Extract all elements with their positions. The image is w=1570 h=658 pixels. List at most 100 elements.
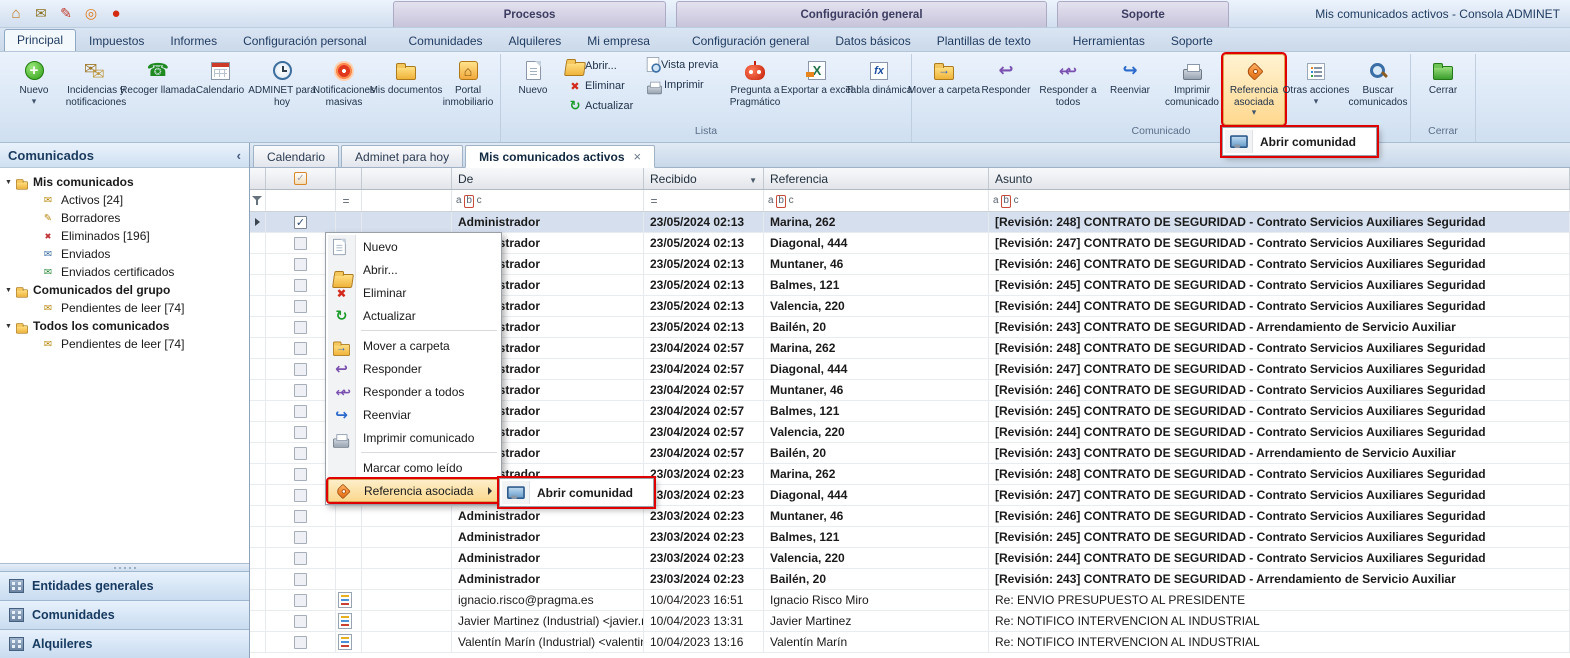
table-row-16[interactable]: Administrador23/03/2024 02:23Balmes, 121… [250, 527, 1570, 548]
tree-item-eliminados-196[interactable]: Eliminados [196] [0, 227, 249, 245]
mail-icon[interactable] [32, 5, 50, 23]
ribbon-button-imprimir[interactable]: Imprimir [646, 76, 722, 94]
row-checkbox[interactable] [294, 279, 307, 292]
menu-item-responder-a-todos[interactable]: Responder a todos [328, 380, 499, 403]
submenu-item-abrir-comunidad[interactable]: Abrir comunidad [502, 481, 651, 504]
filter-asunto-cell[interactable] [989, 190, 1570, 211]
ribbon-button-actualizar[interactable]: Actualizar [566, 98, 642, 114]
menu-item-abrir[interactable]: Abrir... [328, 258, 499, 281]
ribbon-tab-configuración-personal[interactable]: Configuración personal [230, 30, 379, 51]
table-row-21[interactable]: Valentín Marín (Industrial) <valentin...… [250, 632, 1570, 653]
ribbon-tab-datos-básicos[interactable]: Datos básicos [822, 30, 923, 51]
ribbon-button-reenviar[interactable]: Reenviar [1099, 54, 1161, 125]
row-checkbox[interactable] [294, 447, 307, 460]
table-row-15[interactable]: Administrador23/03/2024 02:23Muntaner, 4… [250, 506, 1570, 527]
sidebar-splitter[interactable] [0, 563, 249, 571]
row-checkbox[interactable] [294, 342, 307, 355]
row-checkbox[interactable] [294, 636, 307, 649]
menu-item-nuevo[interactable]: Nuevo [328, 235, 499, 258]
filter-funnel-cell[interactable] [250, 190, 266, 211]
row-checkbox[interactable] [294, 321, 307, 334]
column-header-referencia[interactable]: Referencia [764, 168, 989, 189]
ribbon-tab-informes[interactable]: Informes [157, 30, 230, 51]
row-checkbox[interactable] [294, 489, 307, 502]
ribbon-tab-plantillas-de-texto[interactable]: Plantillas de texto [924, 30, 1044, 51]
row-checkbox[interactable] [294, 237, 307, 250]
row-checkbox[interactable] [294, 531, 307, 544]
row-checkbox[interactable] [294, 510, 307, 523]
bot-icon[interactable] [107, 5, 125, 23]
row-checkbox[interactable] [294, 216, 307, 229]
ribbon-button-portal-inmobiliario[interactable]: Portal inmobiliario [437, 54, 499, 125]
menu-item-actualizar[interactable]: Actualizar [328, 304, 499, 327]
ribbon-button-recoger-llamada[interactable]: Recoger llamada [127, 54, 189, 125]
ribbon-button-pregunta-a-pragmático[interactable]: Pregunta a Pragmático [724, 54, 786, 125]
menu-item-eliminar[interactable]: Eliminar [328, 281, 499, 304]
tree-folder-mis-comunicados[interactable]: Mis comunicados [0, 173, 249, 191]
tree-item-enviados[interactable]: Enviados [0, 245, 249, 263]
select-all-checkbox-icon[interactable] [294, 172, 307, 185]
row-checkbox[interactable] [294, 468, 307, 481]
ribbon-button-calendario[interactable]: Calendario [189, 54, 251, 125]
ribbon-button-buscar-comunicados[interactable]: Buscar comunicados [1347, 54, 1409, 125]
ribbon-button-incidencias-y-notificaciones[interactable]: Incidencias y notificaciones [65, 54, 127, 125]
filter-check-cell[interactable] [266, 190, 336, 211]
tree-folder-comunicados-del-grupo[interactable]: Comunicados del grupo [0, 281, 249, 299]
ribbon-button-eliminar[interactable]: Eliminar [566, 78, 642, 94]
filter-extra-cell[interactable] [362, 190, 452, 211]
ribbon-button-imprimir-comunicado[interactable]: Imprimir comunicado [1161, 54, 1223, 125]
ribbon-tab-comunidades[interactable]: Comunidades [396, 30, 496, 51]
row-checkbox[interactable] [294, 573, 307, 586]
table-row-19[interactable]: ignacio.risco@pragma.es10/04/2023 16:51I… [250, 590, 1570, 611]
ribbon-tab-alquileres[interactable]: Alquileres [496, 30, 575, 51]
ribbon-button-otras-acciones[interactable]: Otras acciones [1285, 54, 1347, 125]
row-checkbox[interactable] [294, 615, 307, 628]
ribbon-button-tabla-dinámica[interactable]: Tabla dinámica [848, 54, 910, 125]
ribbon-tab-impuestos[interactable]: Impuestos [76, 30, 157, 51]
doc-tab-adminet-para-hoy[interactable]: Adminet para hoy [341, 145, 463, 167]
row-checkbox[interactable] [294, 258, 307, 271]
ribbon-button-cerrar[interactable]: Cerrar [1412, 54, 1474, 125]
collapse-sidebar-icon[interactable] [237, 148, 241, 163]
menu-item-imprimir-comunicado[interactable]: Imprimir comunicado [328, 426, 499, 449]
ribbon-button-notificaciones-masivas[interactable]: Notificaciones masivas [313, 54, 375, 125]
ribbon-tab-mi-empresa[interactable]: Mi empresa [574, 30, 663, 51]
panel-alquileres[interactable]: Alquileres [0, 629, 249, 658]
filter-referencia-cell[interactable] [764, 190, 989, 211]
ribbon-tab-principal[interactable]: Principal [4, 29, 76, 51]
tree-item-borradores[interactable]: Borradores [0, 209, 249, 227]
tree-folder-todos-los-comunicados[interactable]: Todos los comunicados [0, 317, 249, 335]
table-row-1[interactable]: Administrador23/05/2024 02:13Marina, 262… [250, 212, 1570, 233]
ribbon-button-mis-documentos[interactable]: Mis documentos [375, 54, 437, 125]
tree-item-pendientes-de-leer-74[interactable]: Pendientes de leer [74] [0, 299, 249, 317]
doc-tab-mis-comunicados-activos[interactable]: Mis comunicados activos [465, 145, 655, 168]
ribbon-button-abrir[interactable]: Abrir... [566, 57, 642, 74]
ribbon-button-nuevo[interactable]: Nuevo [3, 54, 65, 125]
table-row-17[interactable]: Administrador23/03/2024 02:23Valencia, 2… [250, 548, 1570, 569]
menu-item-marcar-como-leído[interactable]: Marcar como leído [328, 456, 499, 479]
panel-comunidades[interactable]: Comunidades [0, 600, 249, 629]
ribbon-button-mover-a-carpeta[interactable]: Mover a carpeta [913, 54, 975, 125]
filter-de-cell[interactable] [452, 190, 644, 211]
ribbon-button-nuevo[interactable]: Nuevo [502, 54, 564, 125]
menu-item-responder[interactable]: Responder [328, 357, 499, 380]
expander-icon[interactable] [5, 323, 16, 330]
ribbon-tab-configuración-general[interactable]: Configuración general [679, 30, 822, 51]
sort-filter-arrow-icon[interactable] [749, 172, 757, 186]
filter-recibido-cell[interactable] [644, 190, 764, 211]
row-checkbox[interactable] [294, 426, 307, 439]
menu-item-mover-a-carpeta[interactable]: Mover a carpeta [328, 334, 499, 357]
ribbon-button-vista-previa[interactable]: Vista previa [646, 57, 722, 72]
column-header-recibido[interactable]: Recibido [644, 168, 764, 189]
row-checkbox[interactable] [294, 552, 307, 565]
tree-item-pendientes-de-leer-74[interactable]: Pendientes de leer [74] [0, 335, 249, 353]
row-checkbox[interactable] [294, 405, 307, 418]
panel-entidades-generales[interactable]: Entidades generales [0, 571, 249, 600]
dropdown-item-abrir-comunidad[interactable]: Abrir comunidad [1225, 130, 1374, 153]
compose-icon[interactable] [57, 5, 75, 23]
ribbon-button-exportar-a-excel[interactable]: Exportar a excel [786, 54, 848, 125]
tree-item-activos-24[interactable]: Activos [24] [0, 191, 249, 209]
table-row-20[interactable]: Javier Martinez (Industrial) <javier.m..… [250, 611, 1570, 632]
row-checkbox[interactable] [294, 384, 307, 397]
ribbon-button-responder[interactable]: Responder [975, 54, 1037, 125]
